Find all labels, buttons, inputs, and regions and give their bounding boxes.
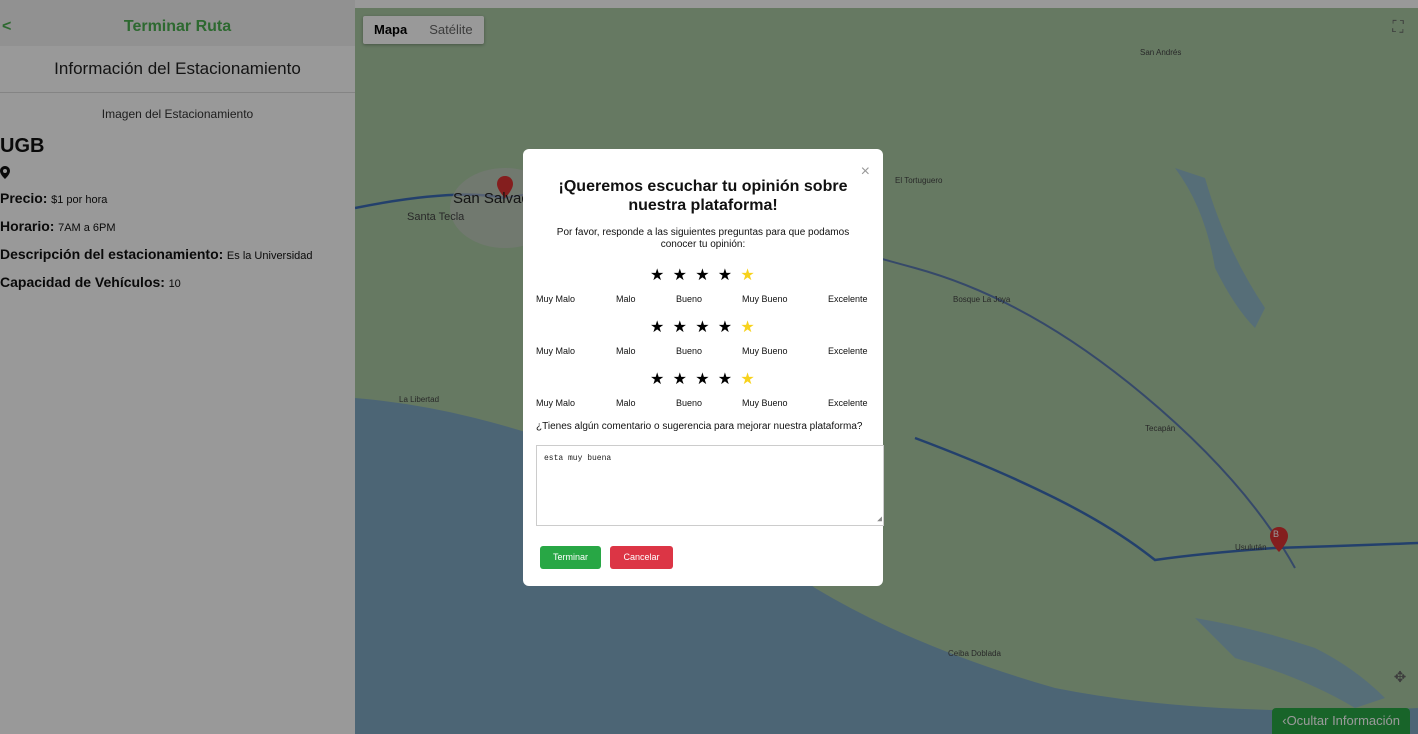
rating-label-bad: Malo <box>616 346 636 356</box>
rating-labels: Muy Malo Malo Bueno Muy Bueno Excelente <box>523 346 883 358</box>
rating-question-2: ★ ★ ★ ★ ★ Muy Malo Malo Bueno Muy Bueno Exce… <box>523 317 883 369</box>
star-icon-selected[interactable]: ★ <box>740 317 763 337</box>
cancel-button[interactable]: Cancelar <box>610 546 673 569</box>
feedback-modal: × ¡Queremos escuchar tu opinión sobre nu… <box>523 149 884 586</box>
star-icon[interactable]: ★ <box>695 369 718 389</box>
star-icon-selected[interactable]: ★ <box>740 369 763 389</box>
star-icon[interactable]: ★ <box>695 317 718 337</box>
star-icon[interactable]: ★ <box>673 317 696 337</box>
rating-label-excellent: Excelente <box>828 346 868 356</box>
rating-label-bad: Malo <box>616 398 636 408</box>
star-rating: ★ ★ ★ ★ ★ <box>650 265 763 285</box>
star-icon[interactable]: ★ <box>650 369 673 389</box>
submit-button[interactable]: Terminar <box>540 546 601 569</box>
rating-label-good: Bueno <box>676 398 703 408</box>
rating-label-very-bad: Muy Malo <box>536 346 576 356</box>
rating-label-very-bad: Muy Malo <box>536 398 576 408</box>
resize-grip-icon[interactable]: ◢ <box>877 514 882 524</box>
star-icon-selected[interactable]: ★ <box>740 265 763 285</box>
rating-question-1: ★ ★ ★ ★ ★ Muy Malo Malo Bueno Muy Bueno Exce… <box>523 265 883 317</box>
rating-label-excellent: Excelente <box>828 398 868 408</box>
rating-labels: Muy Malo Malo Bueno Muy Bueno Excelente <box>523 398 883 410</box>
star-rating: ★ ★ ★ ★ ★ <box>650 369 763 389</box>
rating-label-good: Bueno <box>676 294 703 304</box>
rating-label-very-bad: Muy Malo <box>536 294 576 304</box>
modal-title: ¡Queremos escuchar tu opinión sobre nues… <box>558 178 848 214</box>
rating-question-3: ★ ★ ★ ★ ★ Muy Malo Malo Bueno Muy Bueno Exce… <box>523 369 883 421</box>
comment-textarea[interactable]: esta muy buena ◢ <box>536 445 884 526</box>
rating-label-very-good: Muy Bueno <box>742 294 788 304</box>
star-icon[interactable]: ★ <box>650 265 673 285</box>
close-icon[interactable]: × <box>861 163 870 181</box>
rating-label-very-good: Muy Bueno <box>742 346 788 356</box>
comment-text: esta muy buena <box>544 454 612 463</box>
rating-label-good: Bueno <box>676 346 703 356</box>
rating-label-bad: Malo <box>616 294 636 304</box>
star-icon[interactable]: ★ <box>650 317 673 337</box>
star-icon[interactable]: ★ <box>673 369 696 389</box>
star-icon[interactable]: ★ <box>673 265 696 285</box>
rating-label-excellent: Excelente <box>828 294 868 304</box>
rating-labels: Muy Malo Malo Bueno Muy Bueno Excelente <box>523 294 883 306</box>
star-rating: ★ ★ ★ ★ ★ <box>650 317 763 337</box>
modal-subtitle: Por favor, responde a las siguientes pre… <box>556 227 850 250</box>
star-icon[interactable]: ★ <box>695 265 718 285</box>
star-icon[interactable]: ★ <box>718 369 741 389</box>
rating-label-very-good: Muy Bueno <box>742 398 788 408</box>
star-icon[interactable]: ★ <box>718 265 741 285</box>
comment-question: ¿Tienes algún comentario o sugerencia pa… <box>536 421 863 432</box>
star-icon[interactable]: ★ <box>718 317 741 337</box>
